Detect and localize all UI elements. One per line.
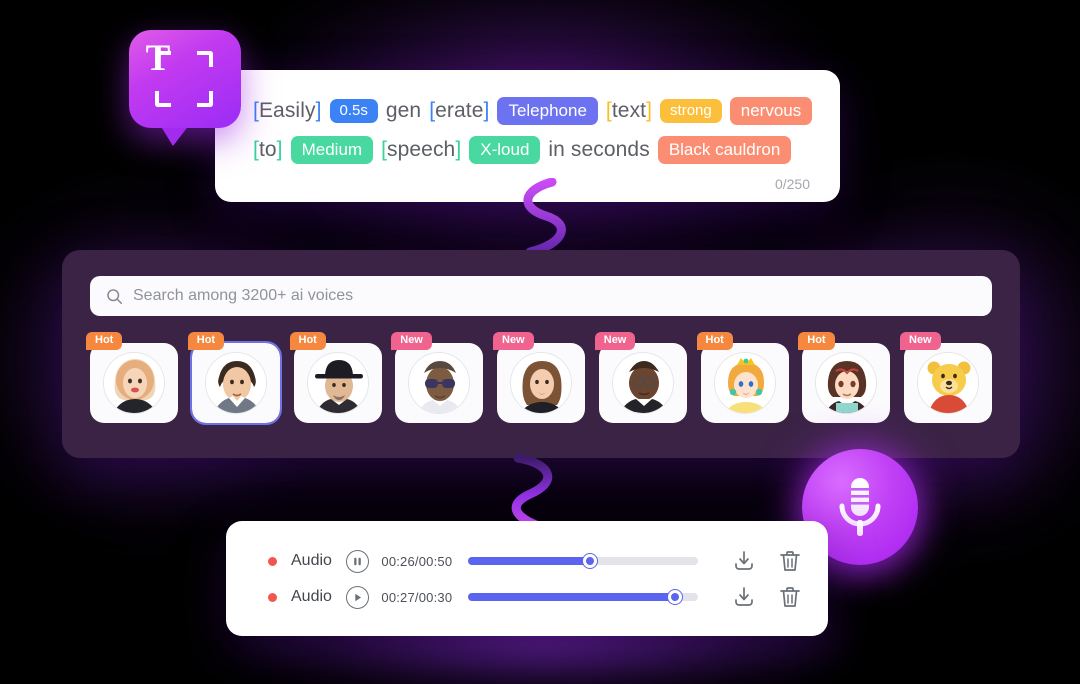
prompt-tag-pill[interactable]: nervous (729, 97, 813, 125)
bracket-text: to (258, 138, 277, 161)
audio-progress-slider[interactable] (468, 590, 698, 604)
voice-hat-man[interactable]: Hot (289, 332, 382, 423)
prompt-bracket-token: [text] (605, 99, 653, 122)
status-badge: New (900, 332, 941, 350)
avatar (103, 352, 165, 414)
prompt-tag-pill[interactable]: 0.5s (329, 99, 378, 123)
prompt-bracket-token: [erate] (429, 99, 490, 122)
audio-label: Audio (291, 588, 332, 605)
play-button[interactable] (346, 585, 370, 609)
status-badge: New (391, 332, 432, 350)
audio-progress-slider[interactable] (468, 554, 698, 568)
voice-anime-boy[interactable]: Hot (798, 332, 891, 423)
voice-pooh[interactable]: New (900, 332, 992, 423)
microphone-icon (839, 478, 881, 536)
bubble-tail (157, 120, 193, 146)
prompt-word: gen (385, 99, 422, 122)
bracket-text: speech (387, 138, 456, 161)
audio-track-list: Audio 00:26/00:50 Audio 00:27/00:30 (226, 543, 828, 615)
avatar (306, 352, 369, 414)
avatar (611, 352, 674, 414)
prompt-bracket-token: [to] (253, 138, 283, 161)
bracket-text: Easily (258, 99, 316, 122)
status-dot (268, 592, 277, 602)
download-icon[interactable] (732, 549, 756, 573)
status-badge: Hot (289, 332, 326, 350)
prompt-line-2: [to] Medium [speech] X-loud in seconds Black … (253, 133, 810, 167)
avatar (917, 352, 979, 414)
status-dot (268, 556, 277, 566)
prompt-word: in seconds (548, 138, 650, 161)
avatar (408, 352, 471, 414)
audio-time: 00:26/00:50 (381, 553, 453, 569)
voice-princess[interactable]: Hot (696, 332, 789, 423)
status-badge: Hot (86, 332, 123, 350)
crop-brackets-icon (155, 51, 213, 107)
voice-adele[interactable]: Hot (86, 332, 178, 423)
prompt-bracket-token: [speech] (381, 138, 462, 161)
download-icon[interactable] (732, 585, 756, 609)
voice-samuel[interactable]: New (594, 332, 687, 423)
search-placeholder: Search among 3200+ ai voices (133, 287, 354, 304)
trash-icon[interactable] (778, 549, 802, 573)
pause-button[interactable] (346, 549, 370, 573)
prompt-tag-pill[interactable]: X-loud (469, 136, 541, 164)
avatar (713, 352, 776, 414)
audio-track-row: Audio 00:26/00:50 (226, 543, 828, 579)
t-glyph: T (145, 37, 171, 79)
audio-time: 00:27/00:30 (381, 589, 453, 605)
trash-icon[interactable] (778, 585, 802, 609)
audio-label: Audio (291, 552, 332, 569)
status-badge: Hot (187, 332, 225, 350)
audio-panel: Audio 00:26/00:50 Audio 00:27/00:30 (226, 521, 828, 636)
character-counter: 0/250 (774, 176, 810, 192)
prompt-tag-pill[interactable]: strong (660, 99, 722, 123)
bracket-text: text (611, 99, 647, 122)
voice-card-list: Hot Hot Hot New New New Hot Hot New (86, 332, 992, 432)
audio-track-row: Audio 00:27/00:30 (226, 579, 828, 615)
prompt-tag-pill[interactable]: Telephone (497, 97, 598, 125)
voices-panel: Search among 3200+ ai voices Hot Hot Hot Ne… (62, 250, 1020, 458)
search-input[interactable]: Search among 3200+ ai voices (90, 276, 992, 316)
avatar (815, 352, 878, 414)
voice-leonardo[interactable]: Hot (187, 332, 282, 425)
search-icon (107, 288, 123, 304)
avatar (510, 352, 572, 414)
status-badge: New (594, 332, 636, 350)
status-badge: Hot (798, 332, 835, 350)
status-badge: New (493, 332, 534, 350)
prompt-tag-pill[interactable]: Black cauldron (657, 136, 792, 164)
status-badge: Hot (696, 332, 733, 350)
prompt-card[interactable]: [Easily] 0.5s gen [erate] Telephone [text] str… (215, 70, 840, 202)
voice-miley[interactable]: New (493, 332, 585, 423)
prompt-tag-pill[interactable]: Medium (290, 136, 374, 164)
prompt-bracket-token: [Easily] (253, 99, 322, 122)
voice-snoop[interactable]: New (391, 332, 484, 423)
app-mockup: [Easily] 0.5s gen [erate] Telephone [text] str… (0, 0, 1080, 684)
prompt-line-1: [Easily] 0.5s gen [erate] Telephone [text] str… (253, 94, 813, 128)
bracket-text: erate (435, 99, 484, 122)
avatar (204, 352, 267, 414)
